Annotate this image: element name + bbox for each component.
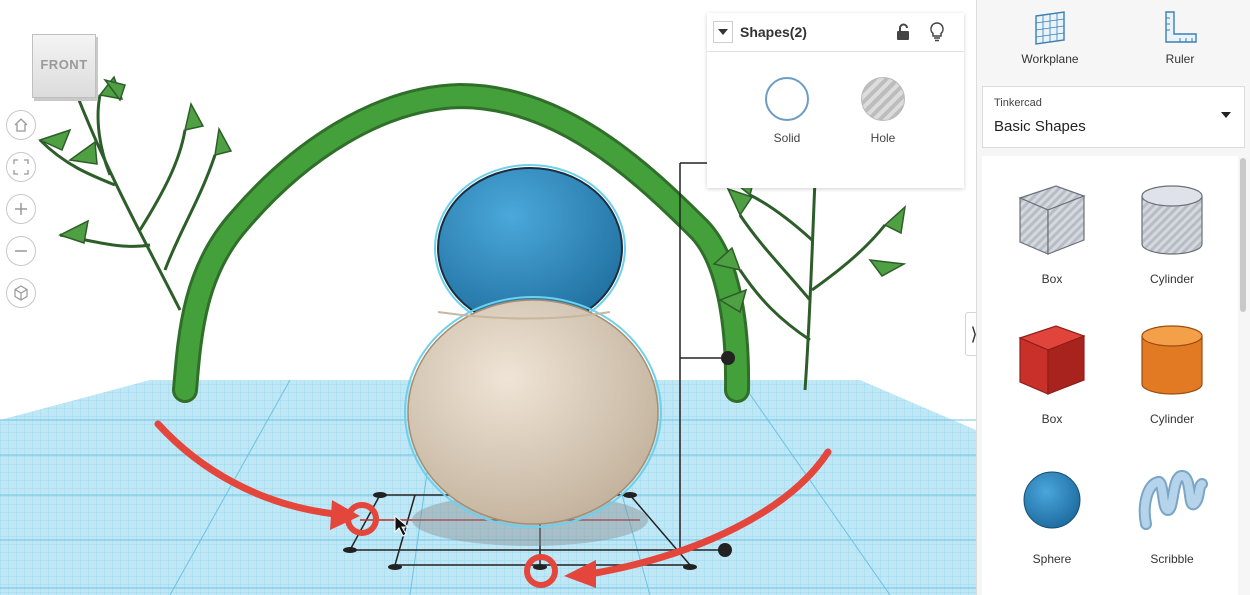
library-category: Basic Shapes — [994, 118, 1086, 135]
workplane-icon — [1035, 11, 1065, 45]
shape-card-cylinder[interactable]: Cylinder — [1112, 296, 1232, 436]
shape-library-dropdown[interactable]: Tinkercad Basic Shapes — [982, 86, 1245, 148]
rotate-handle — [718, 543, 732, 557]
shape-library-scrollbar[interactable] — [1240, 158, 1246, 312]
view-cube[interactable]: FRONT — [32, 34, 96, 98]
cylinder-orange-icon — [1141, 325, 1203, 395]
library-source: Tinkercad — [994, 97, 1042, 109]
solid-label: Solid — [773, 131, 801, 145]
chevron-down-icon — [1221, 112, 1231, 118]
shape-card-box-hole[interactable]: Box — [992, 156, 1112, 296]
chevron-down-icon — [718, 29, 728, 35]
unlock-icon[interactable] — [895, 23, 911, 41]
shape-label: Box — [1041, 272, 1063, 286]
shape-label: Sphere — [1032, 552, 1072, 566]
height-handle — [721, 351, 735, 365]
ruler-label: Ruler — [1165, 52, 1195, 66]
shapes-panel-title: Shapes(2) — [740, 24, 807, 40]
zoom-in-button[interactable] — [6, 194, 36, 224]
hole-option[interactable]: Hole — [843, 77, 923, 145]
plus-icon — [15, 203, 27, 215]
sphere-blue-icon — [1023, 471, 1081, 529]
solid-option[interactable]: Solid — [747, 77, 827, 145]
shape-label: Scribble — [1150, 552, 1194, 566]
orthographic-button[interactable] — [6, 278, 36, 308]
shape-card-sphere[interactable]: Sphere — [992, 436, 1112, 576]
shapes-inspector-panel: Shapes(2) Solid Hole — [707, 13, 964, 188]
shape-card-box[interactable]: Box — [992, 296, 1112, 436]
ruler-tool[interactable]: Ruler — [1125, 10, 1235, 66]
shape-library-grid: Box Cylinder Box Cylinder Sphere Scribbl… — [982, 156, 1238, 595]
home-icon — [14, 118, 28, 132]
hole-swatch[interactable] — [861, 77, 905, 121]
hole-label: Hole — [870, 131, 896, 145]
right-sidebar: Workplane Ruler Tinkercad Basic Shapes B… — [976, 0, 1250, 595]
minus-icon — [15, 250, 27, 252]
cylinder-hole-icon — [1141, 185, 1203, 255]
shape-card-cylinder-hole[interactable]: Cylinder — [1112, 156, 1232, 296]
view-cube-face-label: FRONT — [40, 57, 88, 72]
bamboo-plant-right — [738, 179, 887, 391]
ruler-icon — [1165, 11, 1197, 43]
shape-card-scribble[interactable]: Scribble — [1112, 436, 1232, 576]
fit-all-button[interactable] — [6, 152, 36, 182]
fit-icon — [13, 159, 29, 175]
shapes-panel-header: Shapes(2) — [707, 13, 964, 52]
zoom-out-button[interactable] — [6, 236, 36, 266]
collapse-panel-button[interactable] — [713, 21, 733, 43]
shape-label: Cylinder — [1149, 412, 1194, 426]
workplane-tool[interactable]: Workplane — [995, 10, 1105, 66]
workplane-label: Workplane — [1021, 52, 1079, 66]
lightbulb-icon[interactable] — [929, 22, 945, 42]
box-red-icon — [1018, 325, 1086, 395]
shape-label: Cylinder — [1149, 272, 1194, 286]
scribble-icon — [1138, 470, 1208, 530]
sidebar-toggle-button[interactable]: ⟩ — [965, 312, 976, 356]
home-view-button[interactable] — [6, 110, 36, 140]
box-hole-icon — [1018, 185, 1086, 255]
shape-label: Box — [1041, 412, 1063, 426]
cube-icon — [14, 285, 28, 301]
solid-swatch[interactable] — [765, 77, 809, 121]
3d-viewport[interactable]: FRONT Shapes(2) Solid Hole — [0, 0, 976, 595]
